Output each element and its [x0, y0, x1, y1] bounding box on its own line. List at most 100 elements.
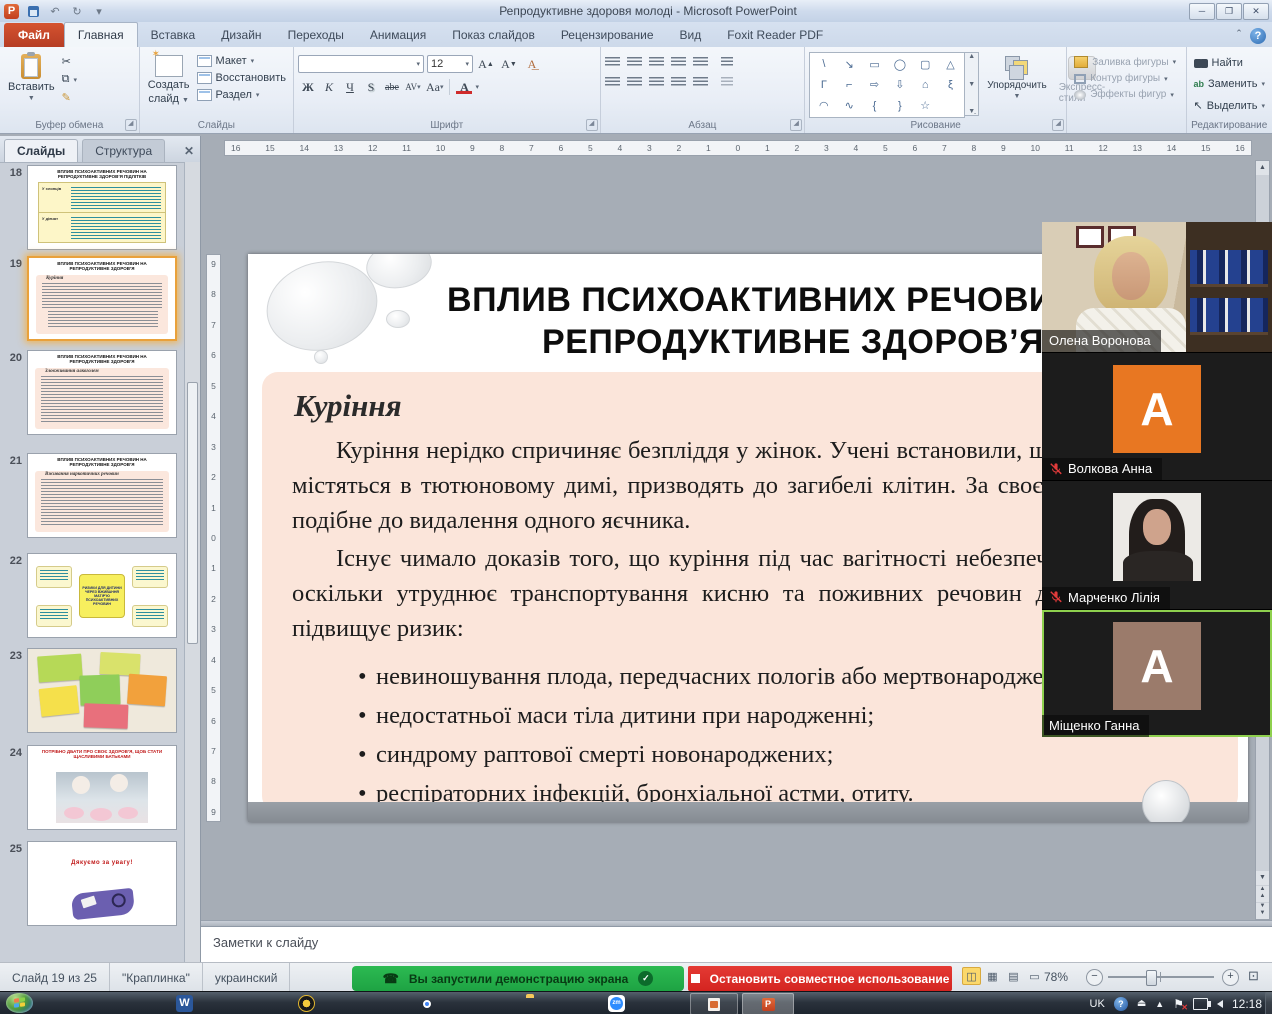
replace-button[interactable]: abЗаменить▾	[1191, 75, 1268, 93]
tab-slideshow[interactable]: Показ слайдов	[439, 23, 548, 47]
shape-glyph[interactable]: Γ	[821, 79, 827, 91]
thumbnail-row-22[interactable]: 22 РИЗИКИ ДЛЯ ДИТИНИ ЧЕРЕЗ ВЖИВАННЯ МАТІ…	[0, 553, 177, 638]
minimize-ribbon-icon[interactable]: ⌃	[1230, 28, 1248, 44]
tab-transitions[interactable]: Переходы	[275, 23, 357, 47]
underline-button[interactable]: Ч	[340, 79, 360, 95]
slide-25-thumbnail[interactable]: Дякуємо за увагу!	[27, 841, 177, 926]
shape-glyph[interactable]: \	[822, 58, 825, 70]
close-button[interactable]: ✕	[1243, 3, 1269, 20]
shape-glyph[interactable]: ▭	[869, 58, 879, 71]
previous-slide-button[interactable]: ▲▲	[1256, 886, 1269, 902]
slide-23-thumbnail[interactable]	[27, 648, 177, 733]
action-center-flag-icon[interactable]: ⚑	[1173, 997, 1184, 1011]
keyboard-language-indicator[interactable]: UK	[1090, 998, 1105, 1010]
slide-21-thumbnail[interactable]: ВПЛИВ ПСИХОАКТИВНИХ РЕЧОВИН НА РЕПРОДУКТ…	[27, 453, 177, 538]
change-case-button[interactable]: Aa▾	[424, 79, 446, 95]
align-left-button[interactable]	[605, 77, 620, 88]
tab-foxit[interactable]: Foxit Reader PDF	[714, 23, 836, 47]
normal-view-button[interactable]: ◫	[962, 967, 981, 985]
align-right-button[interactable]	[649, 77, 664, 88]
font-color-button[interactable]: А	[454, 79, 474, 95]
taskbar-zoom-icon[interactable]: zm	[608, 995, 625, 1012]
shape-glyph[interactable]: ◯	[894, 58, 906, 71]
stop-share-button[interactable]: Остановить совместное использование	[688, 966, 952, 991]
participant-tile-marchenko[interactable]: Марченко Лілія	[1042, 481, 1272, 609]
volume-icon[interactable]	[1217, 1000, 1223, 1008]
shape-effects-button[interactable]: Эффекты фигур▾	[1071, 88, 1181, 101]
help-icon[interactable]: ?	[1250, 28, 1266, 44]
character-spacing-button[interactable]: AV▾	[403, 79, 423, 95]
decrease-indent-button[interactable]	[649, 57, 664, 68]
shape-glyph[interactable]: ⌐	[846, 79, 852, 91]
align-center-button[interactable]	[627, 77, 642, 88]
taskbar-powerpoint-button-active[interactable]: P	[742, 993, 794, 1014]
cut-button[interactable]: ✂	[59, 54, 80, 69]
convert-smartart-button[interactable]	[721, 77, 733, 88]
shape-fill-button[interactable]: Заливка фигуры▾	[1071, 55, 1181, 69]
shape-glyph[interactable]: }	[898, 100, 902, 112]
zoom-out-button[interactable]: −	[1086, 969, 1103, 986]
grow-font-button[interactable]: A▲	[476, 56, 496, 72]
drawing-dialog-launcher[interactable]: ◢	[1052, 119, 1064, 131]
shape-glyph[interactable]: ◠	[819, 99, 829, 112]
font-name-combobox[interactable]: ▾	[298, 55, 424, 73]
slide-22-thumbnail[interactable]: РИЗИКИ ДЛЯ ДИТИНИ ЧЕРЕЗ ВЖИВАННЯ МАТІР’Ю…	[27, 553, 177, 638]
vertical-ruler[interactable]: 9876543210123456789	[206, 254, 221, 822]
shape-outline-button[interactable]: Контур фигуры▾	[1071, 72, 1181, 85]
zoom-slider-thumb[interactable]	[1146, 970, 1157, 986]
tab-design[interactable]: Дизайн	[208, 23, 274, 47]
tray-help-icon[interactable]: ?	[1114, 997, 1128, 1011]
tray-show-hidden-icons[interactable]: ▲	[1155, 999, 1164, 1009]
copy-button[interactable]: ⧉▾	[59, 72, 80, 87]
scroll-down-icon[interactable]: ▼	[1256, 871, 1269, 885]
shape-glyph[interactable]: △	[946, 58, 954, 71]
tray-eject-icon[interactable]: ⏏	[1137, 998, 1146, 1009]
restore-button[interactable]: ❐	[1216, 3, 1242, 20]
layout-button[interactable]: Макет▾	[194, 54, 289, 68]
panel-scrollbar[interactable]	[184, 162, 200, 962]
shape-glyph[interactable]: ⌂	[922, 79, 929, 91]
shapes-gallery-scroll[interactable]: ▲▼▼̱	[965, 52, 979, 116]
show-desktop-button[interactable]	[1265, 992, 1272, 1014]
thumbnail-row-24[interactable]: 24 ПОТРІБНО ДБАТИ ПРО СВОЄ ЗДОРОВ’Я, ЩОБ…	[0, 745, 177, 830]
participant-video-olena[interactable]: Олена Воронова	[1042, 222, 1272, 353]
tab-animation[interactable]: Анимация	[357, 23, 439, 47]
shrink-font-button[interactable]: A▼	[499, 56, 519, 72]
slide-20-thumbnail[interactable]: ВПЛИВ ПСИХОАКТИВНИХ РЕЧОВИН НА РЕПРОДУКТ…	[27, 350, 177, 435]
taskbar-word-icon[interactable]: W	[176, 995, 193, 1012]
reading-view-button[interactable]: ▤	[1004, 967, 1023, 985]
notes-pane[interactable]: Заметки к слайду	[201, 926, 1272, 962]
shape-glyph[interactable]: ☆	[920, 99, 930, 112]
format-painter-button[interactable]: ✎	[59, 90, 80, 105]
zoom-in-button[interactable]: +	[1222, 969, 1239, 986]
scroll-up-icon[interactable]: ▲	[1256, 161, 1269, 175]
bold-button[interactable]: Ж	[298, 79, 318, 95]
taskbar-aimp-icon[interactable]	[298, 995, 315, 1012]
reset-button[interactable]: Восстановить	[194, 71, 289, 85]
thumbnail-row-19[interactable]: 19 ВПЛИВ ПСИХОАКТИВНИХ РЕЧОВИН НА РЕПРОД…	[0, 256, 177, 341]
network-icon[interactable]	[1193, 998, 1208, 1010]
clipboard-dialog-launcher[interactable]: ◢	[125, 119, 137, 131]
tab-review[interactable]: Рецензирование	[548, 23, 667, 47]
new-slide-button[interactable]: Создать слайд ▼	[144, 50, 194, 107]
font-color-caret[interactable]: ▾	[475, 83, 479, 91]
tab-view[interactable]: Вид	[667, 23, 715, 47]
shape-glyph[interactable]: ▢	[920, 58, 930, 71]
horizontal-ruler[interactable]: 1615141312111098765432101234567891011121…	[224, 140, 1252, 156]
italic-button[interactable]: К	[319, 79, 339, 95]
font-dialog-launcher[interactable]: ◢	[586, 119, 598, 131]
shape-glyph[interactable]: ⇩	[895, 78, 904, 91]
customize-qat-button[interactable]: ▾	[91, 4, 107, 19]
zoom-percent[interactable]: 78%	[1044, 970, 1068, 984]
thumbnail-row-21[interactable]: 21 ВПЛИВ ПСИХОАКТИВНИХ РЕЧОВИН НА РЕПРОД…	[0, 453, 177, 538]
taskbar-presentation-button[interactable]	[690, 993, 738, 1014]
find-button[interactable]: Найти	[1191, 54, 1268, 72]
bullets-button[interactable]	[605, 57, 620, 68]
arrange-button[interactable]: Упорядочить▼	[983, 52, 1051, 102]
slide-19-thumbnail-selected[interactable]: ВПЛИВ ПСИХОАКТИВНИХ РЕЧОВИН НА РЕПРОДУКТ…	[27, 256, 177, 341]
slide-sorter-view-button[interactable]: ▦	[983, 967, 1002, 985]
minimize-button[interactable]: ─	[1189, 3, 1215, 20]
participant-tile-mishchenko-active[interactable]: A Міщенко Ганна	[1042, 610, 1272, 737]
increase-indent-button[interactable]	[671, 57, 686, 68]
slide-24-thumbnail[interactable]: ПОТРІБНО ДБАТИ ПРО СВОЄ ЗДОРОВ’Я, ЩОБ СТ…	[27, 745, 177, 830]
